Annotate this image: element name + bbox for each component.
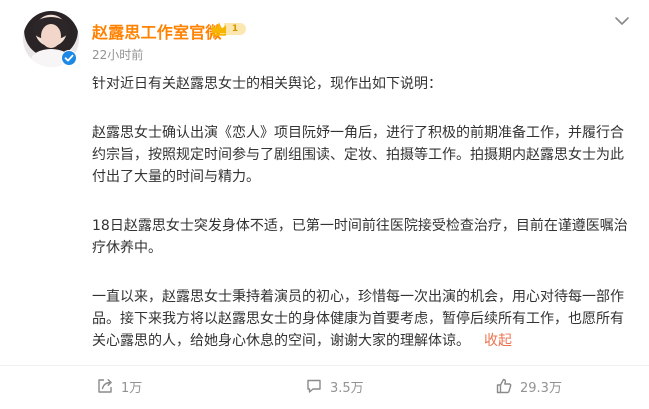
post-timestamp[interactable]: 22小时前 — [92, 46, 143, 63]
like-count: 29.3万 — [520, 380, 562, 396]
vip-badge[interactable]: 1 — [210, 20, 248, 37]
post-content: 针对近日有关赵露思女士的相关舆论，现作出如下说明： 赵露思女士确认出演《恋人》项… — [92, 73, 632, 352]
post-paragraph: 18日赵露思女士突发身体不适，已第一时间前往医院接受检查治疗，目前在谨遵医嘱治疗… — [92, 218, 628, 256]
more-chevron-icon[interactable] — [610, 12, 634, 30]
comment-icon — [307, 379, 321, 393]
like-button[interactable]: 29.3万 — [495, 376, 562, 396]
author-name[interactable]: 赵露思工作室官微 — [92, 19, 222, 43]
comment-count: 3.5万 — [330, 380, 364, 396]
verified-icon — [61, 50, 77, 66]
like-icon — [496, 378, 512, 394]
weibo-post-card: 赵露思工作室官微 1 22小时前 针对近日有关赵露思女士的相关舆论，现作出如下说… — [0, 0, 649, 409]
divider — [0, 365, 649, 366]
post-paragraph: 一直以来，赵露思女士秉持着演员的初心，珍惜每一次出演的机会，用心对待每一部作品。… — [92, 289, 624, 349]
post-paragraph-last: 一直以来，赵露思女士秉持着演员的初心，珍惜每一次出演的机会，用心对待每一部作品。… — [92, 286, 632, 352]
repost-count: 1万 — [121, 380, 143, 396]
comment-button[interactable]: 3.5万 — [305, 376, 364, 396]
post-paragraph: 赵露思女士确认出演《恋人》项目阮妤一角后，进行了积极的前期准备工作，并履行合约宗… — [92, 125, 624, 185]
vip-crown-icon — [212, 22, 226, 36]
collapse-link[interactable]: 收起 — [484, 333, 512, 349]
repost-button[interactable]: 1万 — [96, 376, 142, 396]
post-paragraph: 针对近日有关赵露思女士的相关舆论，现作出如下说明： — [92, 76, 442, 92]
repost-icon — [98, 379, 112, 393]
avatar[interactable] — [23, 11, 79, 67]
